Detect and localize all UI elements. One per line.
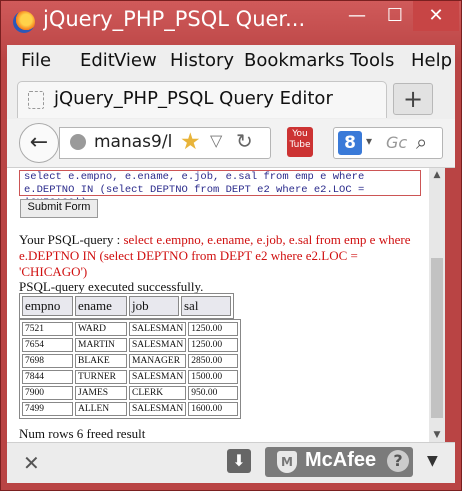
cell-empno: 7900 [22, 386, 73, 400]
cell-job: SALESMAN [129, 370, 187, 384]
addon-dropdown-icon[interactable]: ▼ [427, 453, 438, 469]
menu-bookmarks[interactable]: Bookmarks [244, 50, 345, 71]
search-input[interactable]: Gc [386, 133, 407, 152]
cell-sal: 1600.00 [188, 402, 239, 416]
tab-strip: jQuery_PHP_PSQL Query Editor + [7, 77, 455, 119]
reload-icon[interactable]: ↻ [236, 129, 253, 153]
scrollbar-thumb[interactable] [431, 258, 443, 418]
cell-ename: WARD [75, 322, 127, 336]
column-header-ename: ename [75, 296, 127, 316]
menu-bar: File Edit View History Bookmarks Tools H… [7, 45, 455, 77]
table-row: 7698 BLAKE MANAGER 2850.00 [22, 354, 239, 368]
cell-ename: ALLEN [75, 402, 127, 416]
menu-edit[interactable]: Edit [80, 50, 115, 71]
cell-empno: 7698 [22, 354, 73, 368]
menu-view[interactable]: View [114, 50, 157, 71]
search-engine-icon[interactable]: 8 [338, 131, 362, 155]
num-rows-status: Num rows 6 freed result [19, 426, 146, 441]
title-bar: jQuery_PHP_PSQL Quer... — ☐ ✕ [1, 1, 461, 41]
close-addon-bar-icon[interactable]: ✕ [23, 451, 40, 475]
cell-job: CLERK [129, 386, 187, 400]
mcafee-label: McAfee [305, 449, 377, 471]
vertical-scrollbar[interactable]: ▲ ▼ [429, 168, 445, 442]
search-icon[interactable]: ⌕ [416, 130, 427, 154]
cell-ename: BLAKE [75, 354, 127, 368]
search-box[interactable]: 8 ▾ Gc ⌕ [333, 127, 443, 159]
new-tab-button[interactable]: + [393, 83, 433, 115]
cell-empno: 7844 [22, 370, 73, 384]
page-content: select e.empno, e.ename, e.job, e.sal fr… [7, 168, 429, 442]
cell-job: MANAGER [129, 354, 187, 368]
back-button[interactable]: ← [19, 123, 59, 163]
menu-history[interactable]: History [170, 50, 234, 71]
menu-file[interactable]: File [21, 50, 51, 71]
cell-ename: MARTIN [75, 338, 127, 352]
close-button[interactable]: ✕ [413, 1, 459, 31]
url-bar[interactable]: manas9/l ★ ▽ ↻ [59, 127, 271, 159]
cell-sal: 950.00 [188, 386, 239, 400]
mcafee-shield-icon: M [277, 451, 297, 473]
column-header-sal: sal [181, 296, 231, 316]
menu-tools[interactable]: Tools [350, 50, 394, 71]
scroll-down-icon[interactable]: ▼ [429, 428, 445, 442]
help-icon[interactable]: ? [387, 450, 409, 472]
table-row: 7499 ALLEN SALESMAN 1600.00 [22, 402, 239, 416]
cell-empno: 7654 [22, 338, 73, 352]
window-title: jQuery_PHP_PSQL Quer... [43, 7, 306, 31]
result-header-table: empno ename job sal [19, 293, 234, 319]
tab-label: jQuery_PHP_PSQL Query Editor [54, 88, 333, 109]
result-rows-table: 7521 WARD SALESMAN 1250.00 7654 MARTIN S… [19, 319, 242, 419]
search-engine-dropdown-icon[interactable]: ▾ [366, 134, 372, 148]
tab-query-editor[interactable]: jQuery_PHP_PSQL Query Editor [17, 81, 387, 118]
navigation-toolbar: manas9/l ★ ▽ ↻ ← You Tube 8 ▾ Gc ⌕ [7, 119, 455, 168]
page-icon [28, 91, 44, 109]
table-row: 7844 TURNER SALESMAN 1500.00 [22, 370, 239, 384]
url-text[interactable]: manas9/l [94, 132, 172, 152]
globe-icon[interactable] [70, 134, 86, 150]
table-row: 7900 JAMES CLERK 950.00 [22, 386, 239, 400]
submit-form-button[interactable]: Submit Form [20, 199, 98, 218]
cell-job: SALESMAN [129, 338, 187, 352]
cell-ename: JAMES [75, 386, 127, 400]
download-icon[interactable]: ⬇ [227, 449, 251, 473]
cell-sal: 1250.00 [188, 322, 239, 336]
cell-sal: 1250.00 [188, 338, 239, 352]
minimize-button[interactable]: — [337, 1, 377, 31]
cell-job: SALESMAN [129, 402, 187, 416]
table-row: 7654 MARTIN SALESMAN 1250.00 [22, 338, 239, 352]
cell-sal: 2850.00 [188, 354, 239, 368]
browser-window: jQuery_PHP_PSQL Quer... — ☐ ✕ File Edit … [0, 0, 462, 491]
column-header-empno: empno [22, 296, 73, 316]
column-header-job: job [129, 296, 179, 316]
bookmark-star-icon[interactable]: ★ [180, 129, 201, 155]
firefox-icon[interactable] [13, 11, 35, 33]
scroll-up-icon[interactable]: ▲ [429, 168, 445, 182]
addon-bar: ✕ ⬇ M McAfee ? ▼ [7, 442, 455, 483]
cell-ename: TURNER [75, 370, 127, 384]
cell-empno: 7499 [22, 402, 73, 416]
cell-job: SALESMAN [129, 322, 187, 336]
cell-sal: 1500.00 [188, 370, 239, 384]
query-textarea[interactable]: select e.empno, e.ename, e.job, e.sal fr… [19, 170, 421, 209]
youtube-icon[interactable]: You Tube [287, 127, 313, 157]
mcafee-button[interactable]: M McAfee ? [265, 447, 413, 477]
cell-empno: 7521 [22, 322, 73, 336]
table-row: 7521 WARD SALESMAN 1250.00 [22, 322, 239, 336]
psql-query-echo: Your PSQL-query : select e.empno, e.enam… [19, 232, 423, 280]
history-dropdown-icon[interactable]: ▽ [210, 131, 222, 150]
psql-query-label: Your PSQL-query : [19, 232, 124, 247]
menu-help[interactable]: Help [411, 50, 452, 71]
maximize-button[interactable]: ☐ [377, 1, 413, 31]
